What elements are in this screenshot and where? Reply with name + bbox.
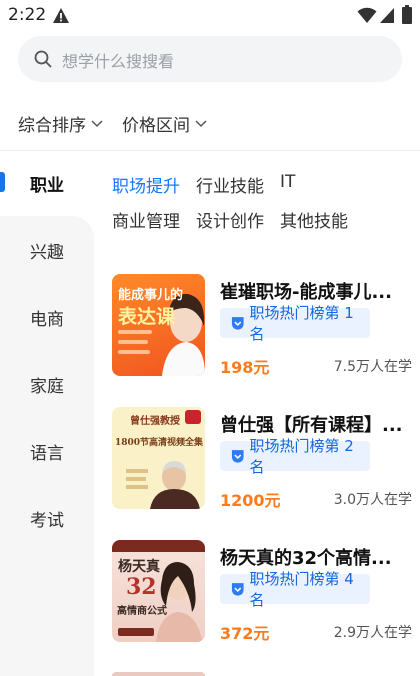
search-placeholder: 想学什么搜搜看 <box>62 52 175 71</box>
category-family[interactable]: 家庭 <box>0 372 94 397</box>
thumbnail-caption: 曾仕强教授 <box>130 416 180 427</box>
category-hobby[interactable]: 兴趣 <box>0 238 94 263</box>
course-card[interactable]: 杨天真 32 高情商公式 杨天真的32个高情... 职场热门榜第 4 名 372… <box>112 540 412 644</box>
learner-count: 2.9万人在学 <box>333 625 412 641</box>
chevron-down-icon <box>195 119 207 127</box>
course-title: 曾仕强【所有课程】... <box>220 415 403 436</box>
course-thumbnail: 曾仕强教授 1800节高清视频全集 <box>112 407 205 509</box>
rank-text: 职场热门榜第 2 名 <box>249 437 354 476</box>
course-thumbnail: 杨天真 32 高情商公式 <box>112 540 205 642</box>
price-range-label: 价格区间 <box>122 116 190 136</box>
course-title: 崔璀职场-能成事儿... <box>220 282 392 303</box>
tag-business-management[interactable]: 商业管理 <box>112 207 180 232</box>
thumbnail-caption: 表达课 <box>118 306 176 328</box>
status-time: 2:22 <box>8 5 47 25</box>
learner-count: 7.5万人在学 <box>333 359 412 375</box>
tag-design-creation[interactable]: 设计创作 <box>196 207 264 232</box>
course-price: 198元 <box>220 358 270 377</box>
chevron-down-icon <box>91 119 103 127</box>
course-price: 372元 <box>220 624 270 643</box>
shield-icon <box>231 317 244 330</box>
rank-text: 职场热门榜第 4 名 <box>249 570 354 609</box>
category-career[interactable]: 职业 <box>0 171 94 196</box>
rank-badge: 职场热门榜第 4 名 <box>220 570 370 609</box>
course-thumbnail: 能成事儿的 表达课 <box>112 274 205 376</box>
search-icon <box>34 50 52 68</box>
thumbnail-caption: 杨天真 <box>118 559 160 575</box>
sort-dropdown[interactable]: 综合排序 <box>18 111 103 136</box>
category-ecommerce[interactable]: 电商 <box>0 305 94 330</box>
tag-it[interactable]: IT <box>280 172 295 192</box>
tag-industry-skills[interactable]: 行业技能 <box>196 172 264 197</box>
learner-count: 3.0万人在学 <box>333 492 412 508</box>
price-range-dropdown[interactable]: 价格区间 <box>122 111 207 136</box>
thumbnail-caption: 1800节高清视频全集 <box>115 438 204 448</box>
course-card[interactable]: 曾仕强教授 1800节高清视频全集 曾仕强【所有课程】... 职场热门榜第 2 … <box>112 407 412 511</box>
tag-other-skills[interactable]: 其他技能 <box>280 207 348 232</box>
course-title: 杨天真的32个高情... <box>220 548 392 569</box>
status-bar: 2:22 <box>0 0 420 34</box>
thumbnail-caption: 高情商公式 <box>117 606 167 617</box>
category-exam[interactable]: 考试 <box>0 506 94 531</box>
rank-text: 职场热门榜第 1 名 <box>249 304 354 343</box>
shield-icon <box>231 583 244 596</box>
battery-icon <box>402 5 412 24</box>
wifi-icon <box>357 7 377 23</box>
search-input[interactable]: 想学什么搜搜看 <box>18 36 402 82</box>
course-price: 1200元 <box>220 491 281 510</box>
warning-icon <box>53 8 69 23</box>
shield-icon <box>231 450 244 463</box>
thumbnail-caption: 32 <box>126 574 157 600</box>
rank-badge: 职场热门榜第 1 名 <box>220 304 370 343</box>
divider <box>0 150 420 151</box>
rank-badge: 职场热门榜第 2 名 <box>220 437 370 476</box>
category-language[interactable]: 语言 <box>0 439 94 464</box>
course-card[interactable]: 能成事儿的 表达课 崔璀职场-能成事儿... 职场热门榜第 1 名 198元 7… <box>112 274 412 378</box>
sort-label: 综合排序 <box>18 116 86 136</box>
next-course-thumbnail-peek <box>112 672 205 676</box>
tag-career-growth[interactable]: 职场提升 <box>112 172 180 197</box>
thumbnail-caption: 能成事儿的 <box>118 288 184 303</box>
signal-icon <box>380 8 394 23</box>
